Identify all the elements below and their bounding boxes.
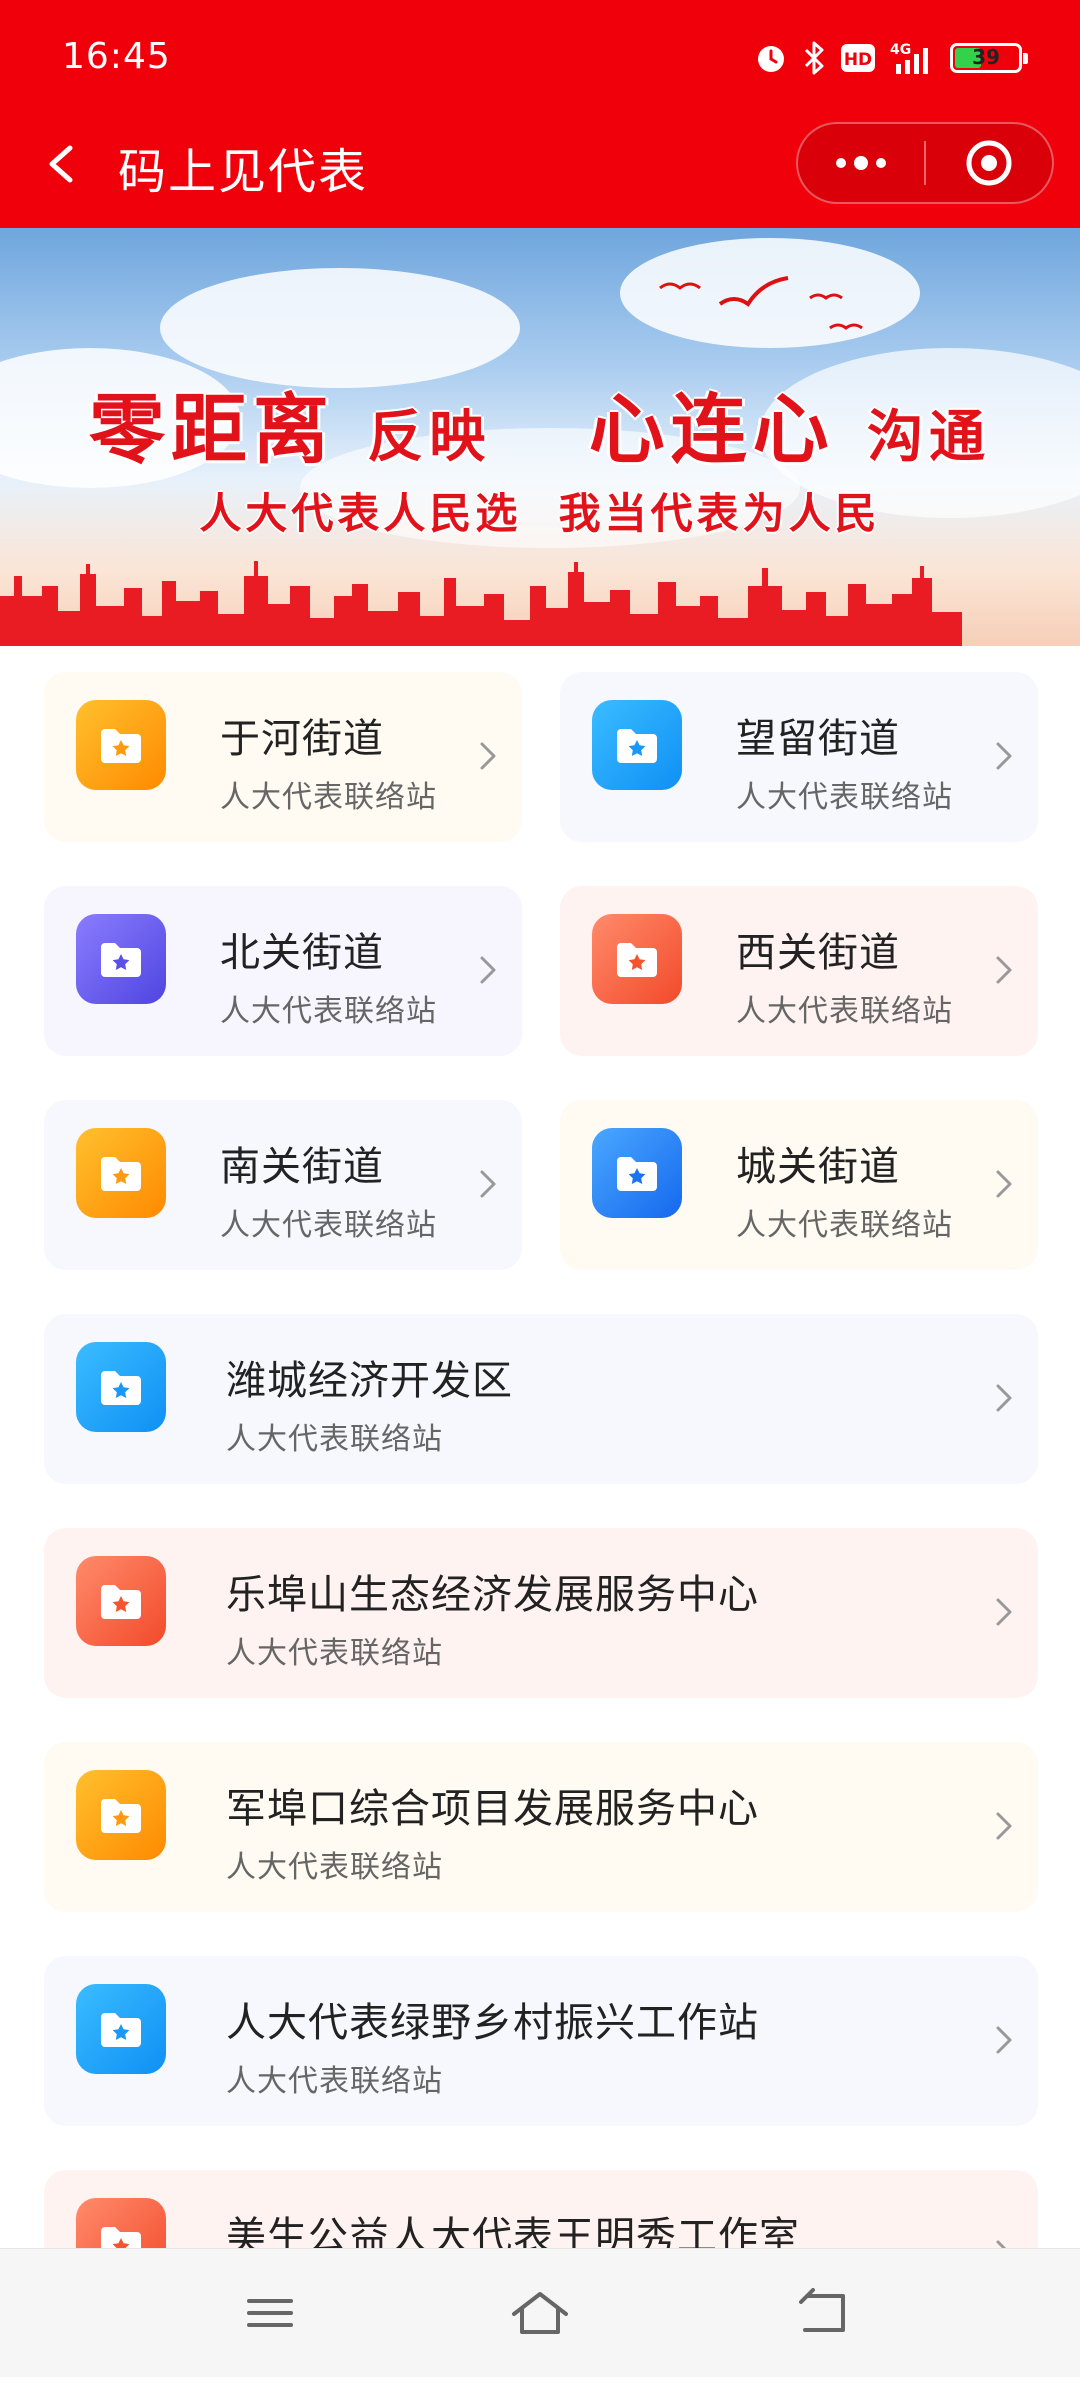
folder-star-icon — [76, 700, 196, 820]
birds-decoration — [659, 276, 863, 330]
miniprogram-capsule — [796, 122, 1054, 204]
home-icon — [512, 2292, 568, 2334]
station-card[interactable]: 潍城经济开发区 人大代表联络站 — [44, 1314, 1038, 1484]
svg-text:4G: 4G — [890, 42, 911, 58]
back-button[interactable] — [40, 134, 80, 194]
chevron-right-icon — [480, 742, 496, 770]
station-card[interactable]: 城关街道 人大代表联络站 — [560, 1100, 1038, 1270]
chevron-right-icon — [480, 1170, 496, 1198]
top-bar: 16:45 HD 4G 39 码上见代表 — [0, 0, 1080, 228]
folder-star-icon — [592, 914, 712, 1034]
station-card[interactable]: 南关街道 人大代表联络站 — [44, 1100, 522, 1270]
station-list: 于河街道 人大代表联络站 望留街道 人大代表联络站 北关街道 人大代表联络站 西… — [44, 672, 1038, 2384]
station-card[interactable]: 乐埠山生态经济发展服务中心 人大代表联络站 — [44, 1528, 1038, 1698]
station-card[interactable]: 西关街道 人大代表联络站 — [560, 886, 1038, 1056]
folder-star-icon — [76, 1128, 196, 1248]
battery-percent: 39 — [972, 45, 1000, 69]
slogan-part-1: 零距离 — [88, 385, 335, 474]
slogan-part-4: 沟通 — [867, 404, 992, 470]
station-name: 望留街道 — [736, 716, 900, 762]
station-subtitle: 人大代表联络站 — [736, 994, 953, 1029]
station-card[interactable]: 于河街道 人大代表联络站 — [44, 672, 522, 842]
station-name: 潍城经济开发区 — [226, 1358, 513, 1404]
station-name: 西关街道 — [736, 930, 900, 976]
folder-star-icon — [76, 1556, 196, 1676]
station-subtitle: 人大代表联络站 — [226, 2064, 443, 2099]
menu-button[interactable] — [238, 2281, 302, 2345]
station-card[interactable]: 望留街道 人大代表联络站 — [560, 672, 1038, 842]
station-subtitle: 人大代表联络站 — [736, 780, 953, 815]
system-navigation-bar — [0, 2248, 1080, 2377]
banner-slogan-2: 人大代表人民选 我当代表为人民 — [199, 489, 881, 538]
chevron-right-icon — [996, 1812, 1012, 1840]
folder-star-icon — [76, 914, 196, 1034]
return-icon — [799, 2288, 845, 2332]
status-time: 16:45 — [62, 36, 171, 77]
hd-icon: HD — [840, 43, 876, 73]
target-icon — [966, 140, 1012, 186]
station-subtitle: 人大代表联络站 — [220, 994, 437, 1029]
station-name: 北关街道 — [220, 930, 384, 976]
status-icons: HD 4G 39 — [754, 36, 1028, 80]
slogan-part-3: 心连心 — [588, 385, 835, 474]
station-name: 城关街道 — [736, 1144, 900, 1190]
chevron-right-icon — [996, 1384, 1012, 1412]
chevron-right-icon — [996, 1598, 1012, 1626]
station-subtitle: 人大代表联络站 — [226, 1850, 443, 1885]
station-subtitle: 人大代表联络站 — [220, 1208, 437, 1243]
chevron-right-icon — [996, 956, 1012, 984]
station-name: 人大代表绿野乡村振兴工作站 — [226, 2000, 759, 2046]
station-subtitle: 人大代表联络站 — [736, 1208, 953, 1243]
bluetooth-icon — [802, 40, 826, 76]
svg-text:HD: HD — [844, 50, 872, 70]
more-button[interactable] — [798, 124, 924, 202]
return-button[interactable] — [792, 2281, 856, 2345]
chevron-right-icon — [480, 956, 496, 984]
chevron-right-icon — [996, 2026, 1012, 2054]
station-row: 北关街道 人大代表联络站 西关街道 人大代表联络站 — [44, 886, 1038, 1056]
station-name: 军埠口综合项目发展服务中心 — [226, 1786, 759, 1832]
alarm-icon — [754, 41, 788, 75]
folder-star-icon — [76, 1984, 196, 2104]
folder-star-icon — [592, 700, 712, 820]
chevron-right-icon — [996, 1170, 1012, 1198]
station-card[interactable]: 军埠口综合项目发展服务中心 人大代表联络站 — [44, 1742, 1038, 1912]
back-arrow-icon — [49, 145, 73, 183]
station-subtitle: 人大代表联络站 — [226, 1422, 443, 1457]
more-icon — [836, 156, 886, 170]
banner-slogan-1: 零距离 反映 心连心 沟通 — [0, 368, 1080, 478]
slogan-part-2: 反映 — [367, 404, 492, 470]
station-name: 于河街道 — [220, 716, 384, 762]
station-subtitle: 人大代表联络站 — [226, 1636, 443, 1671]
banner[interactable]: 零距离 反映 心连心 沟通 人大代表人民选 我当代表为人民 — [0, 228, 1080, 646]
battery-icon: 39 — [950, 43, 1028, 73]
station-subtitle: 人大代表联络站 — [220, 780, 437, 815]
home-button[interactable] — [508, 2281, 572, 2345]
station-name: 南关街道 — [220, 1144, 384, 1190]
city-skyline-decoration — [0, 561, 962, 646]
station-row: 南关街道 人大代表联络站 城关街道 人大代表联络站 — [44, 1100, 1038, 1270]
close-miniprogram-button[interactable] — [926, 124, 1052, 202]
station-card[interactable]: 人大代表绿野乡村振兴工作站 人大代表联络站 — [44, 1956, 1038, 2126]
menu-icon — [247, 2299, 293, 2327]
signal-4g-icon: 4G — [890, 40, 936, 76]
folder-star-icon — [76, 1770, 196, 1890]
station-row: 于河街道 人大代表联络站 望留街道 人大代表联络站 — [44, 672, 1038, 842]
folder-star-icon — [76, 1342, 196, 1462]
chevron-right-icon — [996, 742, 1012, 770]
page-title: 码上见代表 — [118, 144, 369, 200]
station-name: 乐埠山生态经济发展服务中心 — [226, 1572, 759, 1618]
folder-star-icon — [592, 1128, 712, 1248]
station-card[interactable]: 北关街道 人大代表联络站 — [44, 886, 522, 1056]
